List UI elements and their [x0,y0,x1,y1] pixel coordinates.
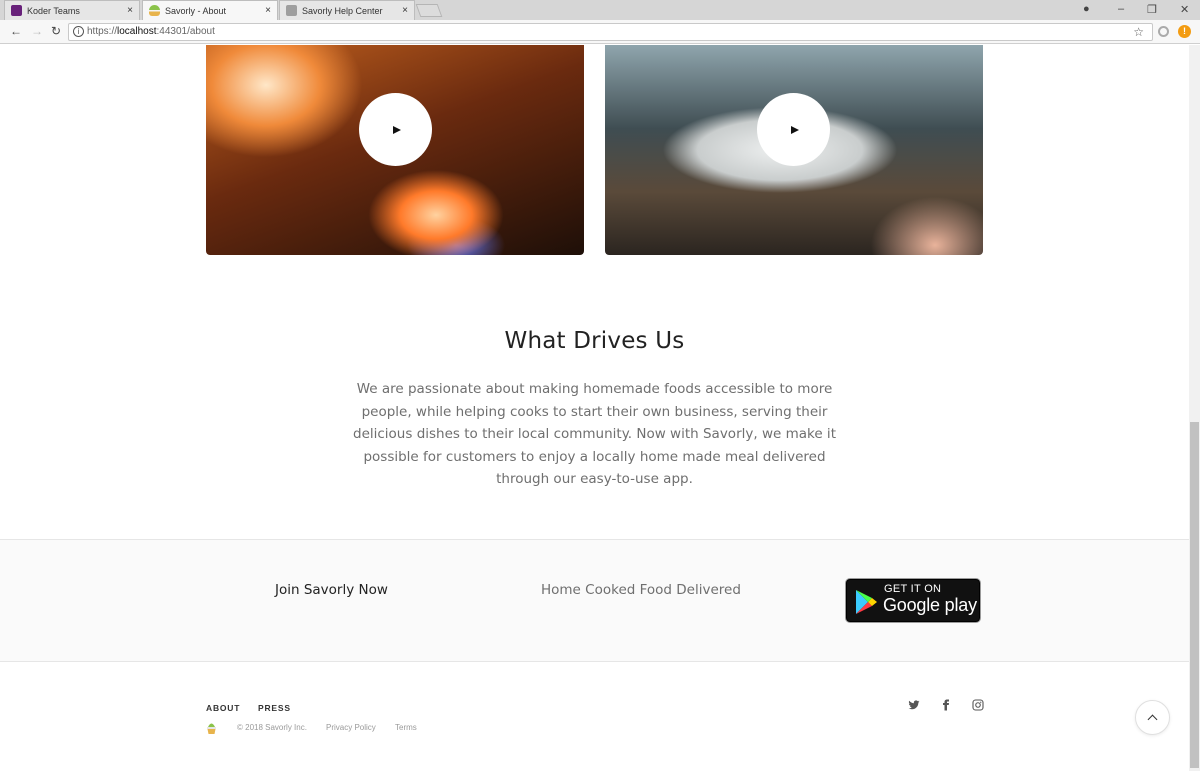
instagram-icon[interactable] [971,699,985,713]
tab-title: Savorly - About [165,5,227,16]
plated-dish-video[interactable] [605,45,983,255]
close-tab-icon[interactable]: × [265,5,271,16]
mission-paragraph: We are passionate about making homemade … [353,381,836,487]
savorly-icon [149,5,160,16]
play-icon [790,125,799,134]
tagline-text: Home Cooked Food Delivered [541,582,741,598]
url-input[interactable]: i https://localhost:44301/about ☆ [68,23,1153,41]
tab-koder-teams[interactable]: Koder Teams × [4,0,140,20]
google-play-icon [856,590,877,614]
minimize-icon[interactable]: – [1118,3,1124,15]
bookmark-star-icon[interactable]: ☆ [1133,24,1144,40]
scroll-to-top-button[interactable] [1135,700,1170,735]
copyright-text: © 2018 Savorly Inc. [237,723,307,732]
koder-teams-icon [11,5,22,16]
section-title: What Drives Us [504,328,685,354]
fire-pan-video[interactable] [206,45,584,255]
tab-title: Koder Teams [27,5,80,16]
google-play-badge[interactable]: GET IT ON Google play [845,578,981,623]
play-button[interactable] [757,93,830,166]
url-path: :44301/about [156,26,215,37]
restore-icon[interactable]: ❐ [1147,3,1157,16]
privacy-policy-link[interactable]: Privacy Policy [326,723,376,732]
browser-toolbar: ← → ↻ i https://localhost:44301/about ☆ [0,20,1200,44]
twitter-icon[interactable] [907,699,921,713]
url-host: localhost [117,26,157,37]
url-scheme: https:// [87,26,118,37]
new-tab-button[interactable] [415,4,443,17]
join-cta-text: Join Savorly Now [275,582,388,598]
reload-icon[interactable]: ↻ [51,24,61,38]
terms-link[interactable]: Terms [395,723,417,732]
forward-icon[interactable]: → [31,24,43,38]
play-button[interactable] [359,93,432,166]
close-tab-icon[interactable]: × [127,5,133,16]
join-band [0,539,1189,662]
badge-small-text: GET IT ON [884,583,942,595]
play-icon [392,125,401,134]
site-info-icon[interactable]: i [73,26,84,37]
profile-icon[interactable]: ● [1083,3,1090,15]
extension-alert-icon[interactable]: ! [1178,25,1191,38]
extension-loading-icon[interactable] [1158,26,1169,37]
badge-big-text: Google play [883,595,977,615]
footer-link-about[interactable]: ABOUT [206,703,240,713]
close-window-icon[interactable]: ✕ [1180,3,1189,16]
chevron-up-icon [1147,714,1158,725]
savorly-logo [207,723,216,734]
scrollbar-thumb[interactable] [1190,422,1199,768]
footer-link-press[interactable]: PRESS [258,703,291,713]
back-icon[interactable]: ← [10,24,22,38]
facebook-icon[interactable] [939,699,953,713]
close-tab-icon[interactable]: × [402,5,408,16]
tab-savorly-help-center[interactable]: Savorly Help Center × [279,0,415,20]
help-center-icon [286,5,297,16]
browser-tab-bar: Koder Teams × Savorly - About × Savorly … [0,0,1200,20]
tab-savorly-about[interactable]: Savorly - About × [142,0,278,20]
tab-title: Savorly Help Center [302,5,383,16]
